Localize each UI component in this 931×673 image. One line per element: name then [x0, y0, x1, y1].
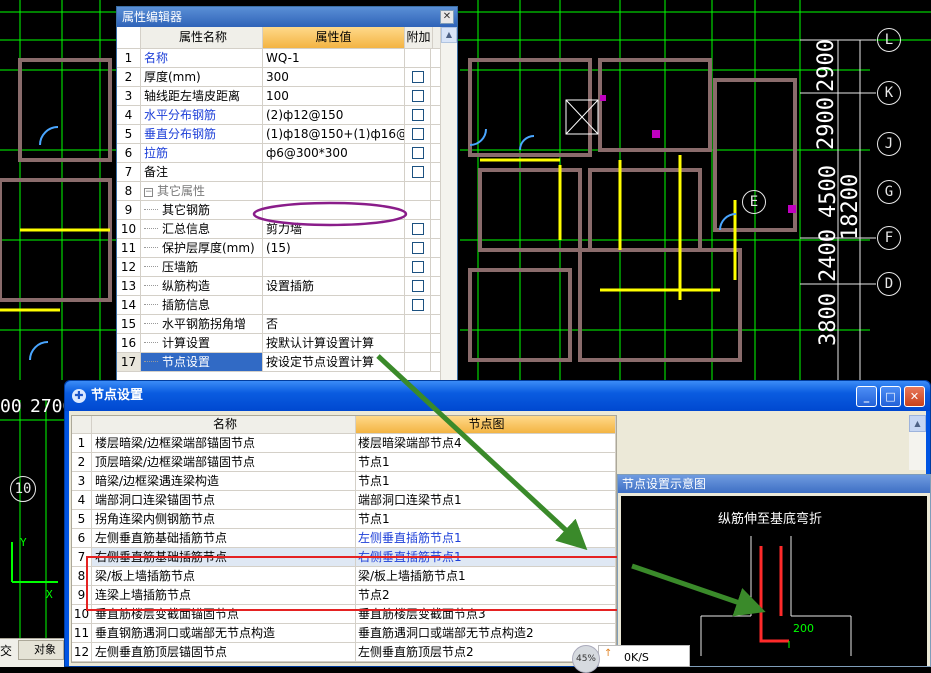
- green-arrow-annotations: [376, 354, 766, 617]
- network-speed-widget: 45% ↑ 0K/S: [572, 645, 700, 673]
- speed-rate: 0K/S: [624, 651, 649, 664]
- speed-percent[interactable]: 45%: [572, 645, 600, 673]
- object-button-label: 对象: [34, 643, 56, 656]
- taskbar-left-text: 交: [0, 644, 13, 658]
- up-arrow-icon: ↑: [604, 648, 613, 659]
- object-button[interactable]: 对象: [18, 640, 64, 660]
